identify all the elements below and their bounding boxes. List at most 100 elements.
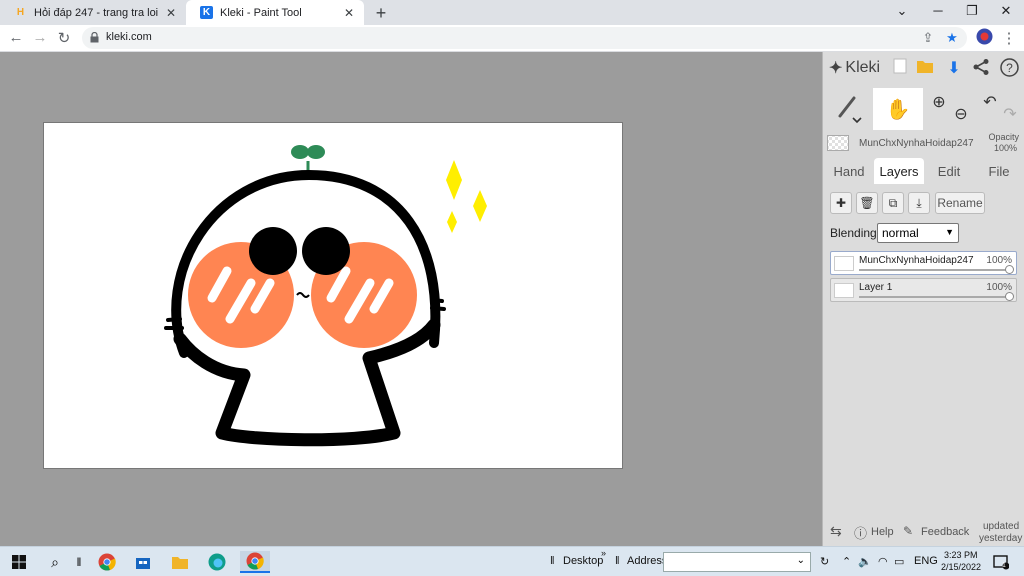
tab-title: Kleki - Paint Tool [220,6,302,19]
layer-thumbnail [834,256,854,271]
slider-handle[interactable] [1005,292,1014,301]
layer-opacity-slider[interactable] [859,269,1007,271]
zoom-out-icon[interactable]: ⊖ [949,88,973,130]
opacity-value: 100% [993,143,1017,153]
address-toolbar-input[interactable]: ⌄ [663,552,811,572]
layer-name: MunChxNynhaHoidap247 [859,255,974,266]
help-link[interactable]: Help [871,526,894,538]
share-page-icon[interactable]: ⇪ [920,30,936,46]
updated-when-label: yesterday [979,533,1023,544]
search-icon[interactable]: ⌕ [44,551,66,573]
panel-tabs: Hand Layers Edit File [823,158,1024,184]
undo-icon[interactable]: ↶ [979,88,1001,130]
tab-hand[interactable]: Hand [827,158,871,184]
hand-icon[interactable]: ✋ [873,88,923,130]
clock-time[interactable]: 3:23 PM [944,550,978,560]
minimize-icon[interactable]: ─ [928,3,948,18]
close-icon[interactable]: ✕ [342,6,356,20]
desktop-toolbar-label[interactable]: Desktop [563,555,603,567]
profile-avatar-icon[interactable] [975,28,993,49]
blending-select[interactable]: normal ▼ [877,223,959,243]
layer-name: Layer 1 [859,282,893,293]
clock-date[interactable]: 2/15/2022 [941,562,981,572]
tab-edit[interactable]: Edit [927,158,971,184]
new-image-icon[interactable] [890,58,910,78]
taskbar: ⌕ ‖ ‖ Desktop » ‖ Address ⌄ ↻ ⌃ 🔈 ◠ ▭ EN… [0,546,1024,576]
tool-row: ✋ ⊕ ⊖ ↶ ↷ [823,88,1024,130]
kleki-logo-icon: ✦ [829,60,843,77]
battery-icon[interactable]: ▭ [894,555,904,568]
delete-layer-icon[interactable]: 🗑 [856,192,878,214]
swap-sides-icon[interactable]: ⇆ [830,523,842,540]
task-view-icon[interactable]: ‖ [68,551,90,573]
reload-icon[interactable]: ↻ [55,29,73,47]
store-icon[interactable] [132,551,154,573]
add-layer-icon[interactable]: ✚ [830,192,852,214]
chevron-up-icon[interactable]: ⌃ [842,555,851,568]
opacity-label: Opacity [988,132,1019,142]
feedback-icon: ✎ [903,524,914,538]
drawing-artwork [164,145,487,447]
volume-icon[interactable]: 🔈 [858,555,872,568]
forward-icon[interactable]: → [31,29,49,46]
file-explorer-icon[interactable] [169,551,191,573]
toolbar-separator-icon: ‖ [550,555,555,567]
windows-start-icon[interactable] [8,551,30,573]
edge-icon[interactable] [206,551,228,573]
wifi-icon[interactable]: ◠ [878,555,888,568]
notification-count: 1 [1002,562,1006,569]
chevron-down-icon: ▼ [945,227,954,237]
chrome-icon[interactable] [96,551,118,573]
layer-item[interactable]: Layer 1 100% [830,278,1017,302]
tab-file[interactable]: File [977,158,1021,184]
tab-hoidap[interactable]: H Hỏi đáp 247 - trang tra loi ✕ [0,0,186,25]
duplicate-layer-icon[interactable]: ⧉ [882,192,904,214]
language-indicator[interactable]: ENG [914,555,938,567]
lock-icon [90,32,99,43]
slider-handle[interactable] [1005,265,1014,274]
close-icon[interactable]: ✕ [164,6,178,20]
kleki-logo: ✦ Kleki [829,58,880,78]
updated-label: updated [983,521,1020,532]
chevron-right-icon[interactable]: » [601,548,606,558]
hoidap-favicon-icon: H [16,7,25,18]
chevron-down-icon[interactable]: ⌄ [797,555,805,566]
toolbar-separator-icon: ‖ [615,555,620,567]
share-icon[interactable] [971,58,991,78]
menu-dots-icon[interactable]: ⋮ [1000,29,1018,47]
layer-item[interactable]: MunChxNynhaHoidap247 100% [830,251,1017,275]
restore-icon[interactable]: ❐ [962,3,982,19]
panel-footer: ⇆ ⓘ Help ✎ Feedback updated yesterday [823,520,1024,546]
new-tab-icon[interactable]: + [372,3,390,24]
tab-kleki[interactable]: K Kleki - Paint Tool ✕ [186,0,364,25]
redo-icon[interactable]: ↷ [999,88,1021,130]
chrome-active-icon[interactable] [240,551,270,573]
layer-thumbnail [834,283,854,298]
feedback-link[interactable]: Feedback [921,526,969,538]
blending-label: Blending [830,226,877,240]
drawing-workspace[interactable] [0,52,822,546]
go-icon[interactable]: ↻ [820,555,829,568]
brush-icon[interactable] [827,88,871,130]
back-icon[interactable]: ← [7,29,25,46]
address-bar[interactable]: kleki.com ⇪ ★ [82,27,967,49]
address-toolbar-label: Address [627,555,668,567]
download-icon[interactable]: ⬇ [944,58,964,78]
merge-down-icon[interactable]: ⤓ [908,192,930,214]
current-layer-header: MunChxNynhaHoidap247 Opacity 100% [823,132,1024,156]
tab-layers[interactable]: Layers [874,158,924,184]
chevron-down-icon[interactable]: ⌄ [892,3,912,19]
zoom-in-icon[interactable]: ⊕ [927,88,951,130]
current-layer-name: MunChxNynhaHoidap247 [859,138,974,149]
drawing-canvas[interactable] [43,122,623,469]
rename-button[interactable]: Rename [935,192,985,214]
bookmark-star-icon[interactable]: ★ [944,30,960,46]
help-icon[interactable]: ? [999,58,1019,78]
layer-opacity-slider[interactable] [859,296,1007,298]
layer-thumbnail [827,135,849,151]
close-window-icon[interactable]: ✕ [996,3,1016,19]
blending-value: normal [882,226,919,240]
open-folder-icon[interactable] [915,58,935,78]
notification-icon[interactable]: 1 [990,551,1012,573]
help-circle-icon[interactable]: ⓘ [854,523,867,542]
